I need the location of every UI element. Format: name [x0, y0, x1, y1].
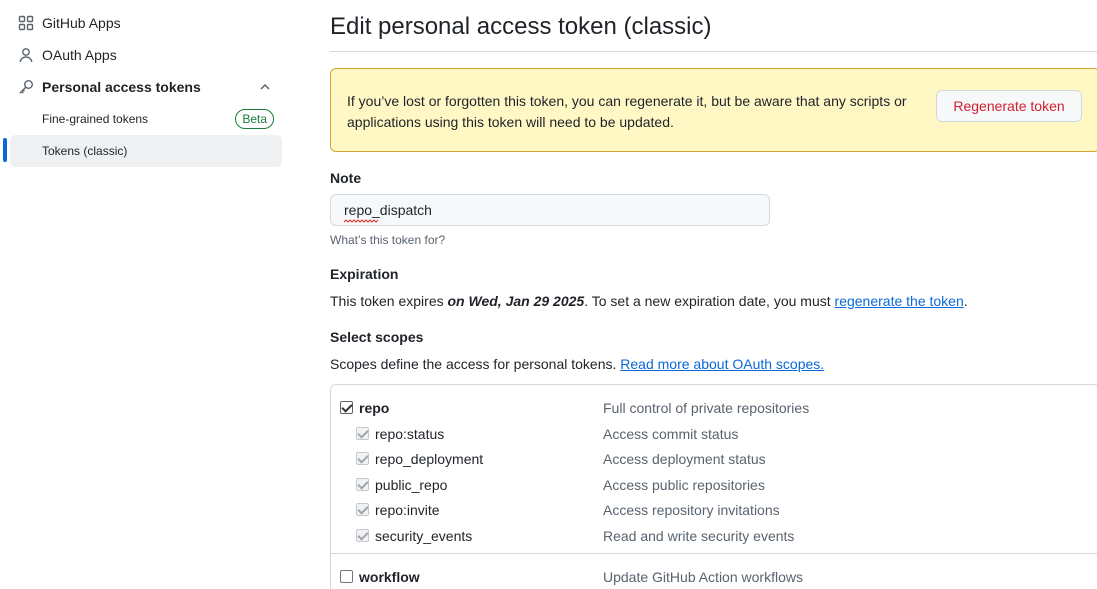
flash-message: If you’ve lost or forgotten this token, … — [347, 93, 907, 130]
scope-description: Access deployment status — [603, 451, 766, 467]
scope-row-public-repo: public_repo Access public repositories — [331, 475, 1097, 497]
repo-deployment-checkbox[interactable] — [356, 452, 369, 465]
note-label: Note — [330, 170, 362, 186]
scope-name: repo:status — [375, 426, 445, 442]
spellcheck-squiggle — [344, 219, 378, 223]
settings-sidebar: GitHub Apps OAuth Apps Personal access t… — [0, 0, 290, 589]
expiration-suffix: . — [963, 293, 968, 309]
scopes-list: repo Full control of private repositorie… — [330, 384, 1097, 589]
scope-description: Access repository invitations — [603, 502, 780, 518]
scope-row-repo: repo Full control of private repositorie… — [331, 398, 1097, 420]
scope-name: repo — [359, 400, 390, 416]
expiration-date: on Wed, Jan 29 2025 — [447, 293, 585, 309]
scope-description: Access public repositories — [603, 477, 765, 493]
active-indicator — [3, 138, 7, 162]
key-icon — [18, 79, 34, 95]
beta-badge: Beta — [235, 109, 274, 129]
sidebar-item-personal-access-tokens[interactable]: Personal access tokens — [10, 72, 282, 102]
scope-row-repo-status: repo:status Access commit status — [331, 424, 1097, 446]
sidebar-item-label: OAuth Apps — [42, 47, 117, 63]
repo-checkbox[interactable] — [340, 401, 353, 414]
apps-icon — [18, 15, 34, 31]
scope-description: Update GitHub Action workflows — [603, 569, 803, 585]
oauth-scopes-link[interactable]: Read more about OAuth scopes. — [620, 356, 824, 372]
scope-divider — [331, 553, 1097, 554]
sidebar-item-label: Personal access tokens — [42, 79, 201, 95]
sidebar-subitem-label: Tokens (classic) — [42, 144, 128, 158]
security-events-checkbox[interactable] — [356, 529, 369, 542]
regenerate-token-link[interactable]: regenerate the token — [835, 293, 964, 309]
note-hint: What’s this token for? — [330, 233, 446, 247]
scope-name: repo_deployment — [375, 451, 484, 467]
chevron-up-icon[interactable] — [258, 80, 272, 94]
scope-name: security_events — [375, 528, 473, 544]
sidebar-subitem-fine-grained-tokens[interactable]: Fine-grained tokens Beta — [10, 103, 282, 135]
main-content: Edit personal access token (classic) If … — [330, 0, 1097, 589]
scope-name: public_repo — [375, 477, 448, 493]
scope-name: repo:invite — [375, 502, 440, 518]
regenerate-token-button[interactable]: Regenerate token — [936, 90, 1082, 122]
sidebar-subitem-label: Fine-grained tokens — [42, 112, 149, 126]
scope-description: Read and write security events — [603, 528, 795, 544]
scope-row-repo-deployment: repo_deployment Access deployment status — [331, 449, 1097, 471]
scopes-label: Select scopes — [330, 329, 424, 345]
sidebar-item-oauth-apps[interactable]: OAuth Apps — [10, 40, 282, 70]
scope-name: workflow — [359, 569, 420, 585]
note-input[interactable]: repo_dispatch — [330, 194, 770, 226]
note-input-value: repo_dispatch — [344, 202, 432, 218]
page: GitHub Apps OAuth Apps Personal access t… — [0, 0, 1097, 589]
scope-description: Full control of private repositories — [603, 400, 810, 416]
sidebar-item-github-apps[interactable]: GitHub Apps — [10, 8, 282, 38]
sidebar-subitem-tokens-classic[interactable]: Tokens (classic) — [10, 135, 282, 167]
public-repo-checkbox[interactable] — [356, 478, 369, 491]
sidebar-item-label: GitHub Apps — [42, 15, 121, 31]
expiration-label: Expiration — [330, 266, 399, 282]
scope-row-workflow: workflow Update GitHub Action workflows — [331, 567, 1097, 589]
expiration-text: This token expires on Wed, Jan 29 2025. … — [330, 293, 968, 309]
warning-flash: If you’ve lost or forgotten this token, … — [330, 68, 1097, 152]
scope-row-repo-invite: repo:invite Access repository invitation… — [331, 500, 1097, 522]
repo-status-checkbox[interactable] — [356, 427, 369, 440]
scope-row-security-events: security_events Read and write security … — [331, 526, 1097, 548]
person-icon — [18, 47, 34, 63]
page-title: Edit personal access token (classic) — [330, 13, 712, 40]
workflow-checkbox[interactable] — [340, 570, 353, 583]
expiration-middle: . To set a new expiration date, you must — [584, 293, 835, 309]
expiration-prefix: This token expires — [330, 293, 448, 309]
scope-description: Access commit status — [603, 426, 739, 442]
title-divider — [330, 51, 1097, 52]
scopes-desc-prefix: Scopes define the access for personal to… — [330, 356, 621, 372]
scopes-description: Scopes define the access for personal to… — [330, 356, 824, 372]
repo-invite-checkbox[interactable] — [356, 503, 369, 516]
